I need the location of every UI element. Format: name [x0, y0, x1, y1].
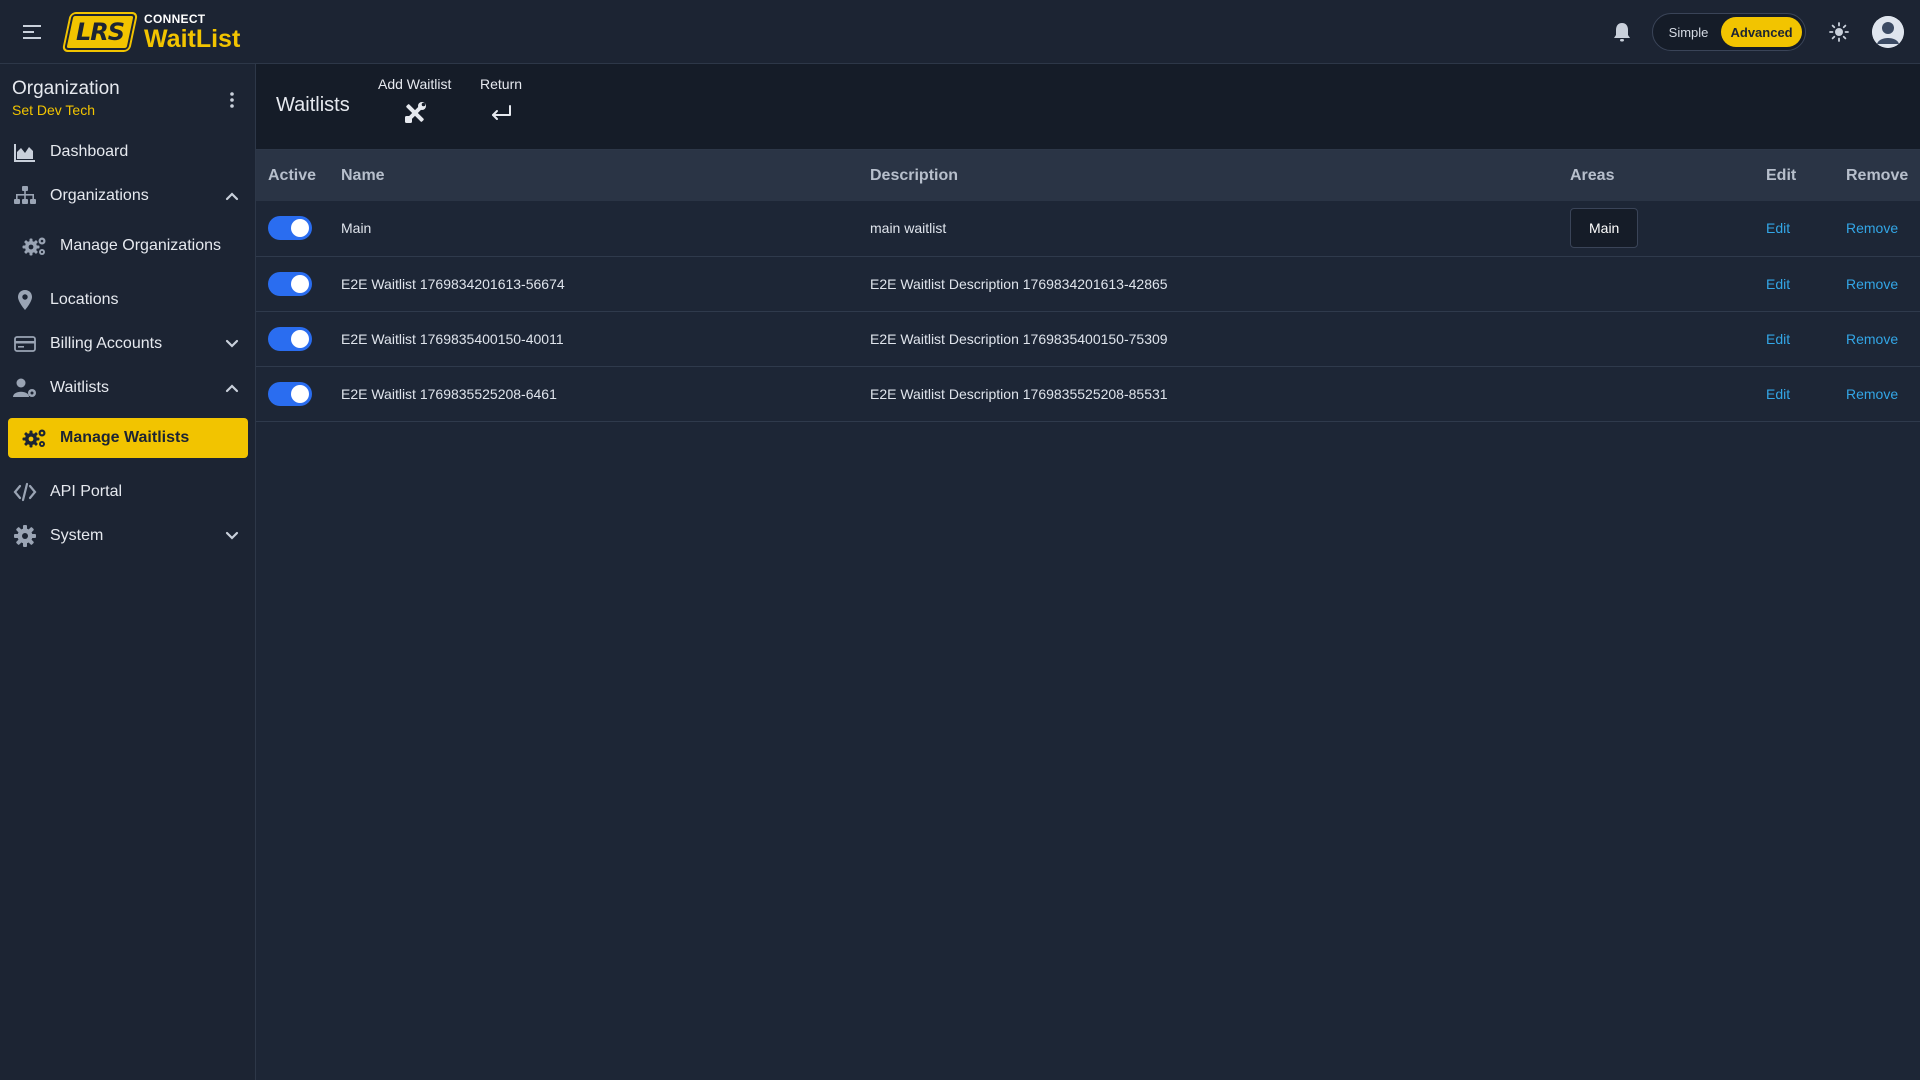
waitlist-name: E2E Waitlist 1769835525208-6461 [341, 385, 557, 402]
page-header: Waitlists Add Waitlist Return [256, 64, 1920, 150]
waitlist-description: E2E Waitlist Description 1769835525208-8… [870, 385, 1168, 402]
edit-link[interactable]: Edit [1766, 220, 1790, 236]
mode-simple-button[interactable]: Simple [1656, 17, 1721, 47]
sun-icon[interactable] [1829, 22, 1849, 42]
chevron-up-icon[interactable] [224, 188, 240, 204]
active-toggle[interactable] [268, 326, 312, 351]
waitlist-name: E2E Waitlist 1769835400150-40011 [341, 330, 564, 347]
sidebar-item-manage-waitlists[interactable]: Manage Waitlists [8, 418, 248, 458]
logo-product-name: WaitList [144, 24, 241, 53]
page-title: Waitlists [276, 94, 350, 116]
more-options-icon[interactable] [222, 90, 242, 110]
sidebar-item-system[interactable]: System [8, 516, 248, 556]
sidebar-item-label: API Portal [50, 483, 123, 500]
remove-link[interactable]: Remove [1846, 331, 1898, 347]
gears-icon [22, 425, 48, 451]
user-avatar-icon [1872, 16, 1904, 48]
chevron-down-icon[interactable] [224, 528, 240, 544]
table-row: E2E Waitlist 1769835525208-6461 E2E Wait… [256, 366, 1920, 421]
bell-icon[interactable] [1612, 21, 1632, 43]
mode-toggle: Simple Advanced [1652, 13, 1806, 51]
table-header-row: Active Name Description Areas Edit Remov… [256, 150, 1920, 201]
waitlists-table: Active Name Description Areas Edit Remov… [256, 150, 1920, 422]
table-row: E2E Waitlist 1769835400150-40011 E2E Wai… [256, 311, 1920, 366]
column-header-description: Description [870, 166, 959, 184]
org-title: Organization [12, 78, 120, 99]
sidebar: Organization Set Dev Tech Dashboard Orga… [0, 64, 256, 1080]
areas-cell [1558, 311, 1754, 366]
mode-advanced-button[interactable]: Advanced [1721, 17, 1802, 47]
org-name: Set Dev Tech [12, 102, 96, 118]
edit-link[interactable]: Edit [1766, 331, 1790, 347]
remove-link[interactable]: Remove [1846, 386, 1898, 402]
table-row: Main main waitlist Main Edit Remove [256, 201, 1920, 256]
add-waitlist-label: Add Waitlist [378, 76, 452, 92]
waitlist-description: E2E Waitlist Description 1769834201613-4… [870, 275, 1168, 292]
edit-link[interactable]: Edit [1766, 386, 1790, 402]
logo-badge-text: LRS [75, 18, 125, 46]
sidebar-item-label: Waitlists [50, 379, 109, 396]
sidebar-item-label: Manage Organizations [60, 237, 221, 254]
sidebar-item-locations[interactable]: Locations [8, 280, 248, 320]
waitlist-description: E2E Waitlist Description 1769835400150-7… [870, 330, 1168, 347]
sidebar-item-organizations[interactable]: Organizations [8, 176, 248, 216]
active-toggle[interactable] [268, 216, 312, 241]
area-button[interactable]: Main [1570, 208, 1639, 249]
return-label: Return [480, 76, 523, 92]
user-gear-icon [12, 375, 38, 401]
sidebar-item-waitlists[interactable]: Waitlists [8, 368, 248, 408]
hierarchy-icon [12, 183, 38, 209]
tools-icon [404, 102, 426, 123]
sidebar-item-label: Organizations [50, 187, 149, 204]
sidebar-item-label: Billing Accounts [50, 335, 163, 352]
column-header-edit: Edit [1766, 166, 1797, 184]
active-toggle[interactable] [268, 381, 312, 406]
table-row: E2E Waitlist 1769834201613-56674 E2E Wai… [256, 256, 1920, 311]
remove-link[interactable]: Remove [1846, 276, 1898, 292]
sidebar-item-dashboard[interactable]: Dashboard [8, 132, 248, 172]
sidebar-item-label: Dashboard [50, 143, 129, 160]
sidebar-item-billing-accounts[interactable]: Billing Accounts [8, 324, 248, 364]
app-logo[interactable]: LRS CONNECT WaitList [64, 11, 241, 53]
top-bar: LRS CONNECT WaitList Simple Advanced [0, 0, 1920, 64]
gear-icon [12, 523, 38, 549]
sidebar-item-label: Manage Waitlists [60, 429, 190, 446]
active-toggle[interactable] [268, 271, 312, 296]
column-header-remove: Remove [1846, 166, 1909, 184]
waitlist-name: E2E Waitlist 1769834201613-56674 [341, 275, 565, 292]
org-header: Organization Set Dev Tech [12, 78, 244, 118]
areas-cell [1558, 256, 1754, 311]
chart-icon [12, 139, 38, 165]
areas-cell [1558, 366, 1754, 421]
logo-connect-text: CONNECT [144, 11, 206, 26]
return-arrow-icon [492, 105, 512, 120]
return-button[interactable]: Return [480, 76, 522, 126]
gears-icon [22, 233, 48, 259]
column-header-name: Name [341, 166, 385, 184]
sidebar-item-label: System [50, 527, 104, 544]
waitlist-name: Main [341, 220, 372, 237]
sidebar-item-manage-organizations[interactable]: Manage Organizations [8, 226, 248, 266]
sidebar-item-label: Locations [50, 291, 119, 308]
menu-icon[interactable] [20, 20, 44, 44]
add-waitlist-button[interactable]: Add Waitlist [378, 76, 451, 126]
chevron-up-icon[interactable] [224, 380, 240, 396]
waitlist-description: main waitlist [870, 220, 947, 237]
map-pin-icon [12, 287, 38, 313]
user-avatar[interactable] [1872, 16, 1904, 48]
sidebar-item-api-portal[interactable]: API Portal [8, 472, 248, 512]
column-header-active: Active [268, 166, 317, 184]
chevron-down-icon[interactable] [224, 336, 240, 352]
logo-badge: LRS [64, 14, 136, 50]
edit-link[interactable]: Edit [1766, 276, 1790, 292]
remove-link[interactable]: Remove [1846, 220, 1898, 236]
code-icon [12, 479, 38, 505]
column-header-areas: Areas [1570, 166, 1615, 184]
credit-card-icon [12, 331, 38, 357]
